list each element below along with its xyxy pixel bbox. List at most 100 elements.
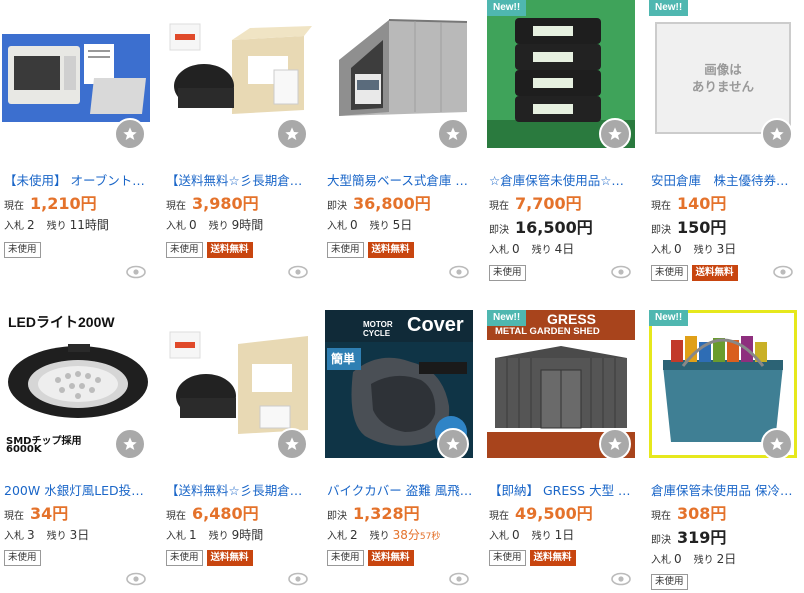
watch-eye-icon[interactable] xyxy=(288,572,308,586)
item-thumbnail[interactable]: New!! xyxy=(487,0,635,148)
cover-text: Cover xyxy=(407,314,464,336)
item-title[interactable]: 【未使用】 オーブント… xyxy=(4,170,150,189)
item-title[interactable]: バイクカバー 盗難 風飛… xyxy=(327,480,473,499)
item-thumbnail[interactable] xyxy=(164,0,312,148)
item-title[interactable]: 200W 水銀灯風LED投光… xyxy=(4,480,150,499)
item-card[interactable]: 【送料無料☆彡長期倉庫… 現在 6,480円 入札 1 残り 9時間 未使用 送料無料 xyxy=(164,310,312,586)
watch-eye-icon[interactable] xyxy=(449,572,469,586)
tag-unused: 未使用 xyxy=(166,242,203,258)
tag-list: 未使用 送料無料 xyxy=(489,550,576,566)
item-thumbnail[interactable]: New!! 画像は ありません xyxy=(649,0,797,148)
favorite-star-button[interactable] xyxy=(276,118,308,148)
easy-text: 簡単 xyxy=(331,352,356,366)
item-card[interactable]: LEDライト200W SMDチップ採用 6000K 200W 水銀灯風LED投光… xyxy=(2,310,150,586)
item-thumbnail[interactable] xyxy=(2,0,150,148)
bid-info: 入札 3 残り 3日 xyxy=(4,526,89,543)
bid-info: 入札 0 残り 3日 xyxy=(651,240,736,257)
buynow-price-row: 即決 150円 xyxy=(651,214,726,238)
star-icon xyxy=(285,437,299,450)
item-thumbnail[interactable]: New!! xyxy=(649,310,797,458)
item-card[interactable]: 【未使用】 オーブント… 現在 1,210円 入札 2 残り 11時間 未使用 xyxy=(2,0,150,279)
current-price-label: 現在 xyxy=(489,201,509,212)
watch-eye-icon[interactable] xyxy=(126,572,146,586)
item-title[interactable]: 安田倉庫 株主優待券●… xyxy=(651,170,797,189)
current-price: 308円 xyxy=(677,504,727,523)
favorite-star-button[interactable] xyxy=(114,118,146,148)
star-icon xyxy=(608,437,622,450)
time-remaining: 3日 xyxy=(69,528,90,542)
remaining-label: 残り xyxy=(531,245,552,256)
current-price: 3,980円 xyxy=(192,194,259,213)
item-thumbnail[interactable]: MOTOR CYCLE Cover 簡単 xyxy=(325,310,473,458)
item-thumbnail[interactable] xyxy=(164,310,312,458)
watch-eye-icon[interactable] xyxy=(611,572,631,586)
time-remaining: 2日 xyxy=(716,552,737,566)
item-card[interactable]: 大型簡易ベース式倉庫 … 即決 36,800円 入札 0 残り 5日 未使用 送料無料 xyxy=(325,0,473,279)
tag-unused: 未使用 xyxy=(651,265,688,281)
favorite-star-button[interactable] xyxy=(114,428,146,458)
item-card[interactable]: MOTOR CYCLE Cover 簡単 バイクカバー 盗難 風飛… 即決 1,… xyxy=(325,310,473,586)
bids-label: 入札 xyxy=(489,245,509,256)
buynow-price: 36,800円 xyxy=(353,194,431,213)
star-icon xyxy=(446,127,460,140)
favorite-star-button[interactable] xyxy=(761,118,793,148)
buynow-price: 1,328円 xyxy=(353,504,420,523)
item-card[interactable]: New!! GRESS METAL GARDEN SHED 【即納】 GRESS… xyxy=(487,310,635,586)
bid-count: 0 xyxy=(350,218,358,232)
bid-count: 0 xyxy=(512,242,520,256)
current-price: 49,500円 xyxy=(515,504,593,523)
tag-list: 未使用 xyxy=(651,574,688,590)
item-card[interactable]: New!! 倉庫保管未使用品 保冷… 現在 308円 即決 319円 入札 0 … xyxy=(649,310,797,590)
current-price-row: 現在 308円 xyxy=(651,500,726,524)
tag-unused: 未使用 xyxy=(327,550,364,566)
watch-eye-icon[interactable] xyxy=(126,265,146,279)
bids-label: 入札 xyxy=(651,245,671,256)
item-card[interactable]: New!! 画像は ありません 安田倉庫 株主優待券●… 現在 140円 即決 … xyxy=(649,0,797,281)
item-title[interactable]: 【送料無料☆彡長期倉庫… xyxy=(166,480,312,499)
buynow-price-label: 即決 xyxy=(651,225,671,236)
watch-eye-icon[interactable] xyxy=(449,265,469,279)
no-image-placeholder: 画像は ありません xyxy=(655,22,791,134)
item-card[interactable]: 【送料無料☆彡長期倉庫… 現在 3,980円 入札 0 残り 9時間 未使用 送料無料 xyxy=(164,0,312,279)
current-price-label: 現在 xyxy=(166,511,186,522)
current-price-label: 現在 xyxy=(166,201,186,212)
favorite-star-button[interactable] xyxy=(761,428,793,458)
watch-eye-icon[interactable] xyxy=(773,265,793,279)
item-title[interactable]: 大型簡易ベース式倉庫 … xyxy=(327,170,473,189)
tag-unused: 未使用 xyxy=(489,550,526,566)
favorite-star-button[interactable] xyxy=(437,118,469,148)
remaining-label: 残り xyxy=(693,555,714,566)
item-thumbnail[interactable] xyxy=(325,0,473,148)
item-title[interactable]: 【即納】 GRESS 大型 … xyxy=(489,480,635,499)
item-thumbnail[interactable]: LEDライト200W SMDチップ採用 6000K xyxy=(2,310,150,458)
current-price-label: 現在 xyxy=(489,511,509,522)
tag-unused: 未使用 xyxy=(4,550,41,566)
item-card[interactable]: New!! ☆倉庫保管未使用品☆ … 現在 7,700円 即決 16,500円 … xyxy=(487,0,635,281)
item-title[interactable]: 倉庫保管未使用品 保冷… xyxy=(651,480,797,499)
favorite-star-button[interactable] xyxy=(437,428,469,458)
bids-label: 入札 xyxy=(651,555,671,566)
new-badge: New!! xyxy=(487,310,527,326)
bids-label: 入札 xyxy=(4,531,24,542)
buynow-price-label: 即決 xyxy=(327,511,347,522)
favorite-star-button[interactable] xyxy=(276,428,308,458)
item-thumbnail[interactable]: New!! GRESS METAL GARDEN SHED xyxy=(487,310,635,458)
bid-info: 入札 0 残り 9時間 xyxy=(166,216,263,233)
no-image-text-line2: ありません xyxy=(691,79,755,94)
watch-eye-icon[interactable] xyxy=(611,265,631,279)
buynow-price-row: 即決 1,328円 xyxy=(327,500,420,524)
favorite-star-button[interactable] xyxy=(599,118,631,148)
item-title[interactable]: 【送料無料☆彡長期倉庫… xyxy=(166,170,312,189)
no-image-text-line1: 画像は xyxy=(704,62,742,77)
time-remaining: 1日 xyxy=(554,528,575,542)
new-badge: New!! xyxy=(649,0,689,16)
bid-count: 2 xyxy=(27,218,35,232)
watch-eye-icon[interactable] xyxy=(288,265,308,279)
tag-list: 未使用 xyxy=(4,242,41,258)
remaining-label: 残り xyxy=(369,221,390,232)
bids-label: 入札 xyxy=(166,221,186,232)
star-icon xyxy=(123,127,137,140)
item-title[interactable]: ☆倉庫保管未使用品☆ … xyxy=(489,170,635,189)
bid-count: 0 xyxy=(674,242,682,256)
favorite-star-button[interactable] xyxy=(599,428,631,458)
